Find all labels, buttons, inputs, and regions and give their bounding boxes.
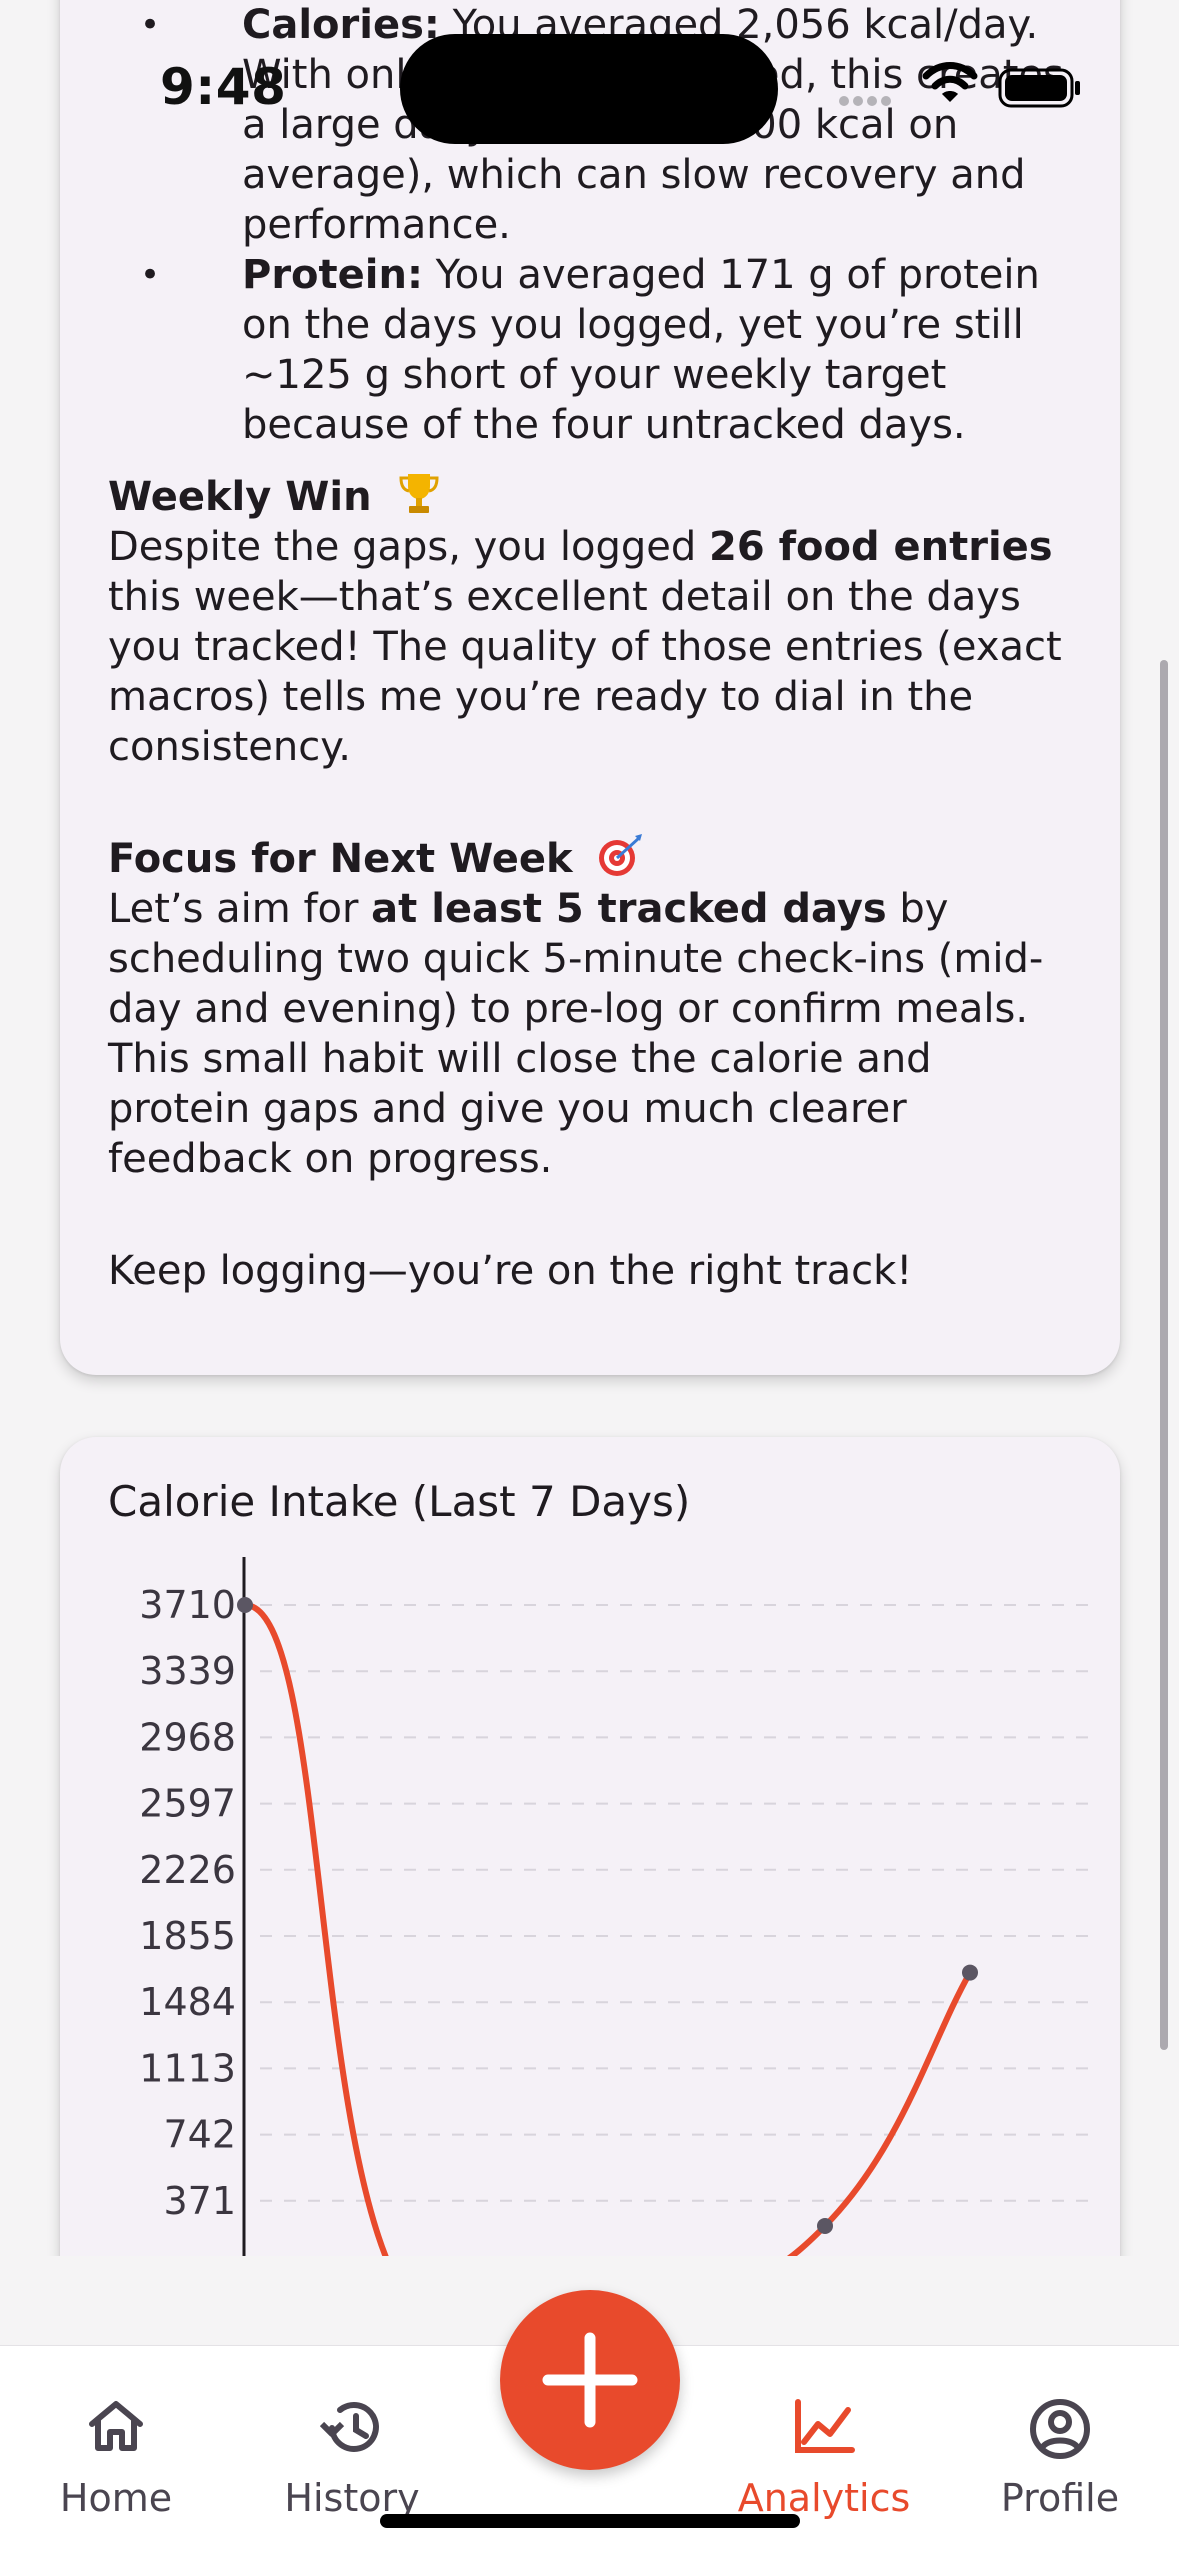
y-tick-label: 1855 xyxy=(139,1914,236,1958)
weekly-win-text-pre: Despite the gaps, you logged xyxy=(108,524,709,570)
data-point xyxy=(237,1597,253,1613)
y-tick-label: 742 xyxy=(163,2113,236,2157)
y-tick-label: 1484 xyxy=(139,1980,236,2024)
focus-highlight: at least 5 tracked days xyxy=(371,886,887,932)
plus-icon xyxy=(542,2332,638,2428)
target-icon xyxy=(599,834,643,876)
y-tick-label: 2968 xyxy=(139,1715,236,1759)
y-tick-label: 3339 xyxy=(139,1649,236,1693)
weekly-win-text-post: this week—that’s excellent detail on the… xyxy=(108,574,1062,770)
closing-message: Keep logging—you’re on the right track! xyxy=(108,1248,913,1294)
y-tick-label: 371 xyxy=(163,2179,236,2223)
y-tick-label: 2226 xyxy=(139,1848,236,1892)
y-tick-label: 1113 xyxy=(139,2046,236,2090)
weekly-win-section: Weekly Win Despite the gaps, you logged … xyxy=(108,468,1064,772)
history-icon xyxy=(320,2402,379,2452)
analytics-screen: Calories: You averaged 2,056 kcal/day. W… xyxy=(0,0,1179,2556)
focus-title: Focus for Next Week xyxy=(108,836,573,882)
calories-label: Calories: xyxy=(242,2,440,48)
analytics-icon xyxy=(795,2399,855,2453)
focus-section: Focus for Next Week Let’s aim for at lea… xyxy=(108,830,1064,1184)
status-time: 9:48 xyxy=(160,58,287,116)
calorie-line-chart[interactable]: 3710 3339 2968 2597 2226 1855 1484 1113 742 371 xyxy=(60,1557,1120,2256)
data-point xyxy=(962,1964,978,1981)
y-tick-label: 3710 xyxy=(139,1583,236,1627)
scroll-area[interactable]: Calories: You averaged 2,056 kcal/day. W… xyxy=(0,0,1179,2256)
focus-text-pre: Let’s aim for xyxy=(108,886,372,932)
calorie-chart-card: Calorie Intake (Last 7 Days) 3710 3339 296… xyxy=(60,1437,1120,2256)
signal-icon xyxy=(839,96,891,106)
weekly-win-title: Weekly Win xyxy=(108,474,372,520)
home-indicator xyxy=(380,2514,800,2528)
wifi-icon xyxy=(922,62,978,102)
protein-bullet: Protein: You averaged 171 g of protein o… xyxy=(140,250,1064,450)
add-entry-button[interactable] xyxy=(500,2290,680,2470)
battery-icon xyxy=(998,68,1080,108)
profile-icon xyxy=(1030,2399,1090,2459)
nav-profile[interactable]: Profile xyxy=(950,2346,1170,2556)
trophy-icon xyxy=(399,474,439,513)
protein-label: Protein: xyxy=(242,252,423,298)
weekly-summary-card: Calories: You averaged 2,056 kcal/day. W… xyxy=(60,0,1120,1375)
y-tick-label: 2597 xyxy=(139,1782,236,1826)
nav-home[interactable]: Home xyxy=(6,2346,226,2556)
home-icon xyxy=(89,2401,143,2451)
scrollbar[interactable] xyxy=(1160,660,1168,2050)
dynamic-island xyxy=(400,34,778,144)
weekly-win-highlight: 26 food entries xyxy=(708,524,1053,570)
nav-profile-label: Profile xyxy=(1000,2476,1120,2520)
nav-home-label: Home xyxy=(59,2476,173,2520)
chart-title: Calorie Intake (Last 7 Days) xyxy=(108,1477,691,1526)
data-point xyxy=(817,2217,833,2234)
